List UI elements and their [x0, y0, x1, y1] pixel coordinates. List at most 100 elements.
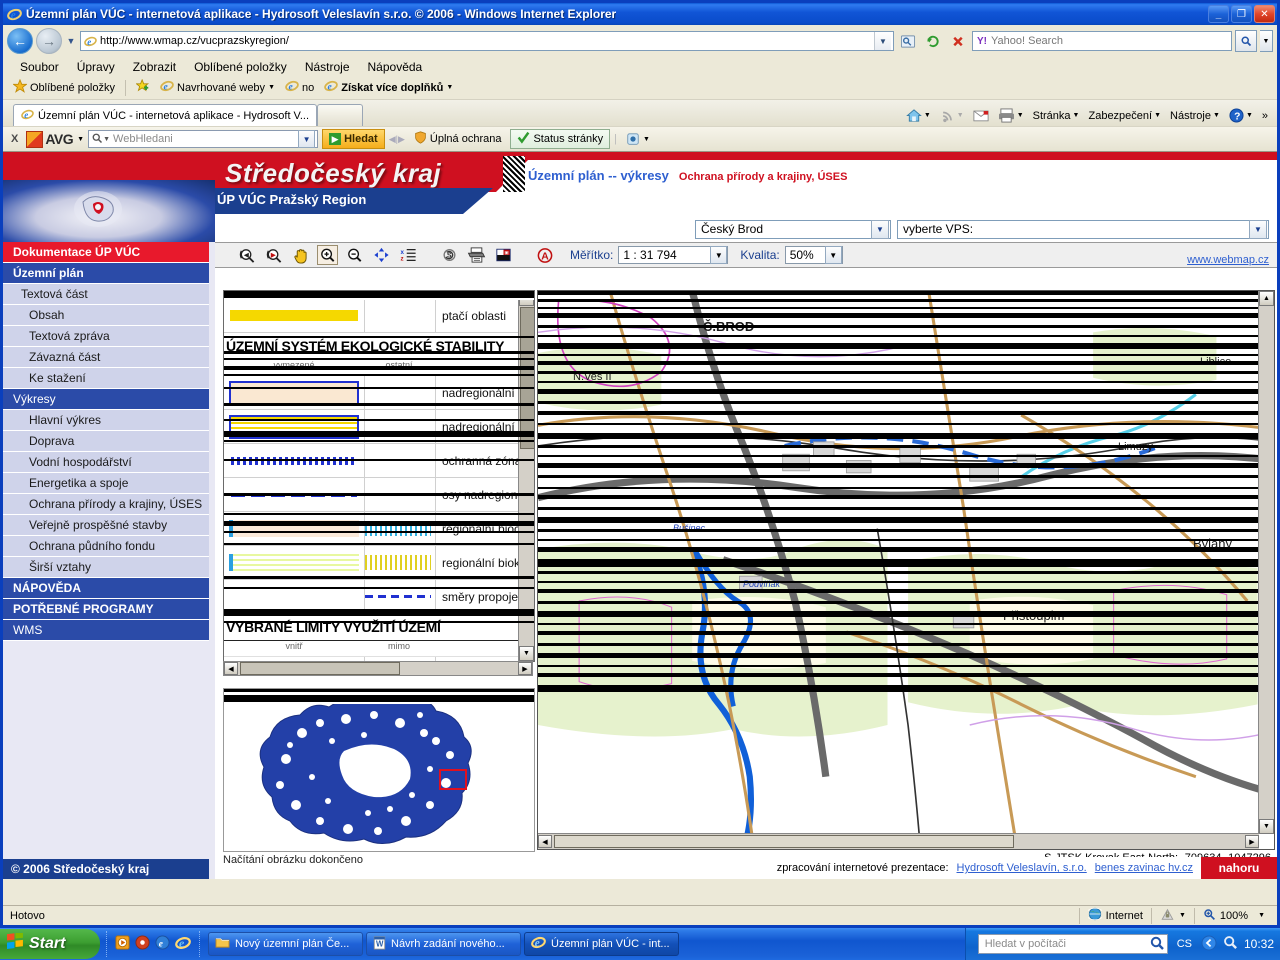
zoom-in-icon[interactable]	[317, 245, 338, 265]
sidebar-item-ochrana-prirody-a-krajiny-uses[interactable]: Ochrana přírody a krajiny, ÚSES	[3, 494, 209, 515]
chevron-down-icon[interactable]: ▼	[643, 136, 650, 143]
legend-scroll-down-button[interactable]: ▼	[519, 646, 534, 661]
media-player-icon[interactable]	[115, 935, 130, 953]
taskbar-item-novy-uzemni-plan[interactable]: Nový územní plán Če...	[208, 932, 363, 956]
new-tab-button[interactable]	[317, 104, 364, 126]
tray-expand-icon[interactable]	[1201, 935, 1217, 954]
avg-full-protection-button[interactable]: Úplná ochrana	[409, 130, 507, 148]
obec-select[interactable]: Český Brod ▼	[695, 219, 891, 239]
language-indicator[interactable]: CS	[1174, 938, 1195, 950]
favbar-link-no[interactable]: e no	[281, 78, 318, 97]
legend-row-smery-propojeni[interactable]: směry propojení regionálního b	[224, 580, 518, 614]
avg-close-button[interactable]: X	[7, 133, 22, 145]
sidebar-item-uzemni-plan[interactable]: Územní plán	[3, 263, 209, 284]
chevron-down-icon[interactable]: ▼	[1017, 112, 1024, 119]
legend-scroll-right-button[interactable]: ▶	[518, 662, 532, 675]
sidebar-item-textova-cast[interactable]: Textová část	[3, 284, 209, 305]
search-options-dropdown-icon[interactable]: ▼	[1260, 30, 1273, 52]
chevron-down-icon[interactable]: ▼	[268, 84, 275, 91]
avg-search-button[interactable]: ▶ Hledat	[322, 129, 385, 149]
quality-select[interactable]: 50% ▼	[784, 246, 843, 264]
legend-scroll-left-button[interactable]: ◀	[224, 662, 238, 675]
sidebar-item-hlavni-vykres[interactable]: Hlavní výkres	[3, 410, 209, 431]
legend-row-ptaci-oblasti[interactable]: ptačí oblasti	[224, 299, 518, 333]
tray-search-icon[interactable]	[1223, 935, 1238, 953]
help-menu-button[interactable]: ? ▼	[1226, 107, 1256, 124]
tab-active[interactable]: e Územní plán VÚC - internetová aplikace…	[13, 104, 318, 126]
menu-oblibene-polozky[interactable]: Oblíbené položky	[185, 59, 296, 75]
legend-row-reg-biokoridory[interactable]: regionální biokoridory	[224, 546, 518, 580]
chevron-down-icon[interactable]: ▼	[710, 246, 728, 264]
sidebar-item-zavazna-cast[interactable]: Závazná část	[3, 347, 209, 368]
sidebar-item-vykresy[interactable]: Výkresy	[3, 389, 209, 410]
sidebar-item-wms[interactable]: WMS	[3, 620, 209, 641]
zoom-to-previous-icon[interactable]: ◀	[236, 245, 257, 265]
avg-page-status-button[interactable]: Status stránky	[510, 129, 611, 149]
security-zone[interactable]: Internet	[1078, 907, 1151, 924]
maximize-button[interactable]: ❐	[1231, 5, 1252, 23]
sidebar-item-potrebne-programy[interactable]: POTŘEBNÉ PROGRAMY	[3, 599, 209, 620]
pan-hand-icon[interactable]	[290, 245, 311, 265]
menu-nastroje[interactable]: Nástroje	[296, 59, 359, 75]
security-menu-button[interactable]: Zabezpečení ▼	[1085, 109, 1164, 123]
get-more-addons-button[interactable]: e Získat více doplňků ▼	[320, 78, 457, 97]
menu-upravy[interactable]: Úpravy	[68, 59, 124, 75]
overflow-button[interactable]: »	[1259, 109, 1271, 123]
ie-quick-launch-icon[interactable]: e	[175, 935, 191, 954]
map-scroll-down-button[interactable]: ▼	[1259, 819, 1274, 834]
legend-row-nadreg-biocentra[interactable]: nadregionální biocentra	[224, 376, 518, 410]
favorites-button[interactable]: Oblíbené položky	[9, 78, 119, 97]
search-go-button[interactable]	[1235, 30, 1257, 52]
chevron-down-icon[interactable]: ▼	[1179, 912, 1186, 919]
map-vertical-scrollbar[interactable]: ▲ ▼	[1258, 291, 1274, 834]
home-button[interactable]: ▼	[903, 107, 934, 124]
suggested-sites-button[interactable]: e Navrhované weby ▼	[156, 78, 279, 97]
tools-menu-button[interactable]: Nástroje ▼	[1167, 109, 1223, 123]
desktop-search-input[interactable]: Hledat v počítači	[977, 934, 1168, 954]
start-button[interactable]: Start	[0, 929, 100, 959]
legend-vertical-scrollbar[interactable]: ▲ ▼	[518, 291, 534, 661]
chevron-down-icon[interactable]: ▼	[924, 112, 931, 119]
sidebar-item-textova-zprava[interactable]: Textová zpráva	[3, 326, 209, 347]
taskbar-clock[interactable]: 10:32	[1244, 937, 1274, 951]
cd-player-icon[interactable]	[135, 935, 150, 953]
zoom-to-next-icon[interactable]: ▶	[263, 245, 284, 265]
print-icon[interactable]	[466, 245, 487, 265]
webmap-link[interactable]: www.webmap.cz	[1187, 254, 1269, 266]
legend-hscroll-thumb[interactable]	[240, 662, 400, 675]
sidebar-item-energetika-a-spoje[interactable]: Energetika a spoje	[3, 473, 209, 494]
recent-pages-dropdown-icon[interactable]: ▼	[65, 36, 77, 46]
chevron-down-icon[interactable]: ▼	[1246, 112, 1253, 119]
app-icon[interactable]: e	[155, 935, 170, 953]
sidebar-item-dokumentace-up-vuc[interactable]: Dokumentace ÚP VÚC	[3, 242, 209, 263]
footer-link-hydrosoft[interactable]: Hydrosoft Veleslavín, s.r.o.	[957, 862, 1087, 874]
address-input[interactable]: e http://www.wmap.cz/vucprazskyregion/ ▼	[80, 31, 894, 51]
sidebar-item-obsah[interactable]: Obsah	[3, 305, 209, 326]
avg-search-dropdown-icon[interactable]: ▼	[298, 130, 316, 148]
map-hscroll-thumb[interactable]	[554, 835, 1014, 848]
back-button[interactable]: ←	[7, 28, 33, 54]
chevron-down-icon[interactable]: ▼	[1073, 112, 1080, 119]
protected-mode-indicator[interactable]: ▼	[1150, 907, 1194, 924]
avg-search-input[interactable]: ▼ WebHledani ▼	[88, 130, 319, 148]
chevron-down-icon[interactable]: ▼	[1154, 112, 1161, 119]
legend-scroll-thumb[interactable]	[520, 307, 534, 449]
chevron-down-icon[interactable]: ▼	[1213, 112, 1220, 119]
map-scroll-up-button[interactable]: ▲	[1259, 291, 1274, 306]
legend-row-reg-biocentra[interactable]: regionální biocentra	[224, 512, 518, 546]
legend-row-nadreg-biokoridory[interactable]: nadregionální biokoridory	[224, 410, 518, 444]
back-to-top-button[interactable]: nahoru	[1201, 857, 1277, 879]
stop-icon[interactable]	[947, 31, 969, 51]
close-button[interactable]: ✕	[1254, 5, 1275, 23]
zoom-level-control[interactable]: 100% ▼	[1193, 907, 1273, 924]
legend-horizontal-scrollbar[interactable]: ◀ ▶	[223, 661, 533, 676]
feeds-button[interactable]: ▼	[937, 108, 967, 124]
overview-map[interactable]	[223, 688, 535, 852]
main-map[interactable]: Č.BROD N.Ves II Liblice Limuzy Bylany Př…	[537, 290, 1275, 850]
sidebar-item-vodni-hospodarstvi[interactable]: Vodní hospodářství	[3, 452, 209, 473]
zoom-out-icon[interactable]	[344, 245, 365, 265]
forward-button[interactable]: →	[36, 28, 62, 54]
chevron-down-icon[interactable]: ▼	[957, 112, 964, 119]
search-provider-icon[interactable]	[897, 31, 919, 51]
sidebar-item-ochrana-pudniho-fondu[interactable]: Ochrana půdního fondu	[3, 536, 209, 557]
